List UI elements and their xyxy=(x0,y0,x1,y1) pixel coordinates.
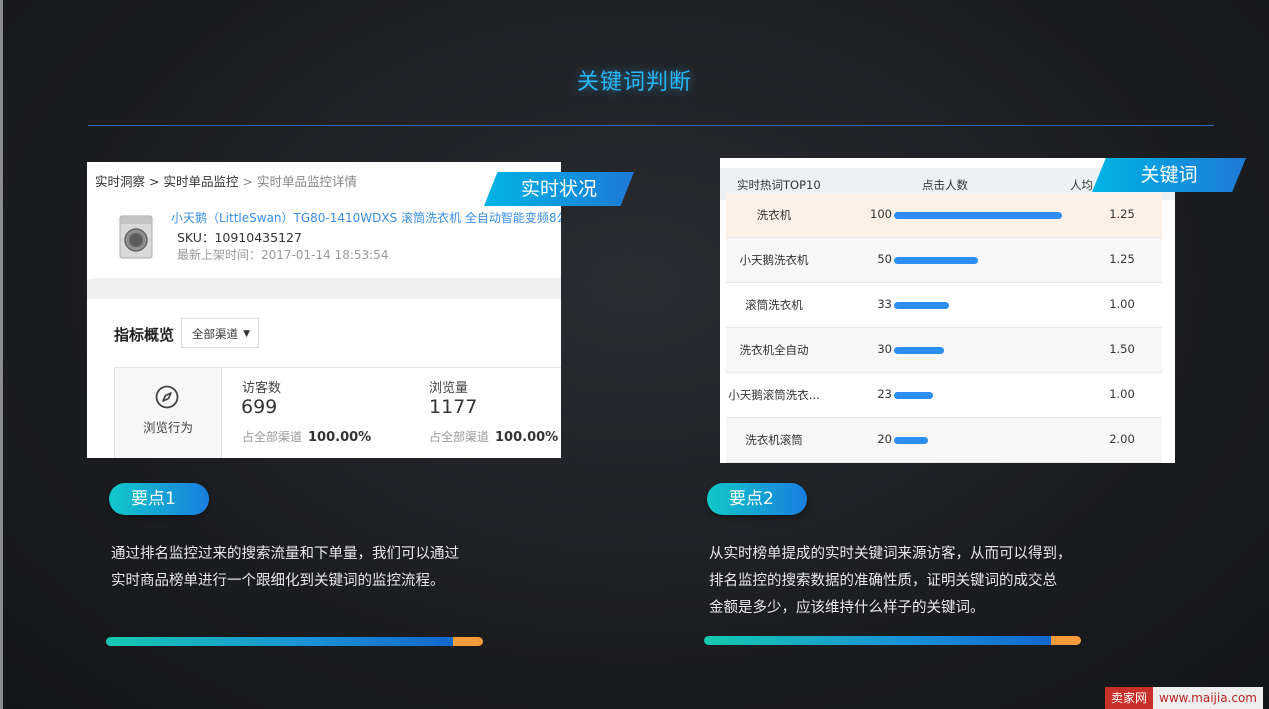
keyword-top10-card: 实时热词TOP10 点击人数 人均 洗衣机 100 1.25 小天鹅洗衣机 50 1.25… xyxy=(720,158,1175,463)
table-row[interactable]: 洗衣机 100 1.25 xyxy=(726,193,1162,238)
clicks-bar xyxy=(894,302,949,309)
breadcrumb-item: 实时单品监控详情 xyxy=(256,174,357,189)
watermark-url: www.maijia.com xyxy=(1153,687,1263,709)
product-sku: SKU：10910435127 xyxy=(177,230,302,245)
clicks-bar xyxy=(894,437,928,444)
decorative-progress-bar xyxy=(704,636,1081,645)
avg-cell: 2.00 xyxy=(1109,432,1135,446)
clicks-cell: 30 xyxy=(877,342,892,356)
left-edge xyxy=(0,0,3,709)
header-keyword: 实时热词TOP10 xyxy=(737,178,821,192)
keyword-cell: 滚筒洗衣机 xyxy=(745,298,803,312)
point1-line: 实时商品榜单进行一个跟细化到关键词的监控流程。 xyxy=(111,573,445,589)
clicks-cell: 100 xyxy=(870,207,892,221)
metric-value: 699 xyxy=(241,396,278,418)
breadcrumb-sep: > xyxy=(149,174,160,189)
metrics-title: 指标概览 xyxy=(114,326,175,344)
clicks-bar xyxy=(894,257,978,264)
clicks-cell: 20 xyxy=(877,432,892,446)
metric-share-label: 占全部渠道 xyxy=(429,430,490,444)
keyword-cell: 洗衣机全自动 xyxy=(739,343,809,357)
table-row[interactable]: 洗衣机全自动 30 1.50 xyxy=(726,328,1162,373)
metrics-table: 浏览行为 访客数 699 占全部渠道 100.00% 浏览量 1177 占全部渠道… xyxy=(114,367,561,458)
avg-cell: 1.00 xyxy=(1109,297,1135,311)
clicks-cell: 33 xyxy=(877,297,892,311)
keyword-cell: 洗衣机滚筒 xyxy=(745,433,803,447)
header-avg: 人均 xyxy=(1070,178,1093,192)
avg-cell: 1.50 xyxy=(1109,342,1135,356)
keyword-tag: 关键词 xyxy=(1092,158,1246,192)
channel-select[interactable]: 全部渠道 ▼ xyxy=(181,318,259,348)
metric-share: 占全部渠道 100.00% xyxy=(242,428,371,445)
realtime-status-card: 实时洞察 > 实时单品监控 > 实时单品监控详情 小天鹅（LittleSwan）… xyxy=(87,162,561,458)
table-row[interactable]: 洗衣机滚筒 20 2.00 xyxy=(726,418,1162,463)
decorative-progress-bar xyxy=(106,637,483,646)
watermark-site: 卖家网 xyxy=(1104,687,1153,709)
clicks-cell: 50 xyxy=(877,252,892,266)
avg-cell: 1.00 xyxy=(1109,387,1135,401)
breadcrumb: 实时洞察 > 实时单品监控 > 实时单品监控详情 xyxy=(95,171,357,190)
avg-cell: 1.25 xyxy=(1109,252,1135,266)
metric-value: 1177 xyxy=(429,396,478,418)
metric-label: 访客数 xyxy=(242,381,282,396)
channel-select-value: 全部渠道 xyxy=(192,327,238,341)
clicks-bar xyxy=(894,347,944,354)
point1-text: 通过排名监控过来的搜索流量和下单量，我们可以通过 实时商品榜单进行一个跟细化到关… xyxy=(111,541,459,595)
metric-label: 浏览量 xyxy=(429,381,469,396)
behavior-cell: 浏览行为 xyxy=(115,368,222,458)
page-title: 关键词判断 xyxy=(576,70,692,95)
compass-icon xyxy=(155,385,179,409)
keyword-cell: 小天鹅洗衣机 xyxy=(739,253,809,267)
clicks-bar xyxy=(894,392,933,399)
product-listed-time: 最新上架时间：2017-01-14 18:53:54 xyxy=(177,248,389,262)
realtime-status-tag: 实时状况 xyxy=(484,172,634,206)
breadcrumb-sep: > xyxy=(242,174,253,189)
clicks-cell: 23 xyxy=(877,387,892,401)
metric-share-label: 占全部渠道 xyxy=(242,430,303,444)
keyword-cell: 洗衣机 xyxy=(756,208,792,222)
product-summary: 小天鹅（LittleSwan）TG80-1410WDXS 滚筒洗衣机 全自动智能… xyxy=(93,194,561,279)
point2-line: 排名监控的搜索数据的准确性质，证明关键词的成交总 xyxy=(709,573,1057,589)
header-clicks: 点击人数 xyxy=(922,178,968,192)
table-row[interactable]: 小天鹅滚筒洗衣... 23 1.00 xyxy=(726,373,1162,418)
caret-down-icon: ▼ xyxy=(243,329,250,339)
table-row[interactable]: 小天鹅洗衣机 50 1.25 xyxy=(726,238,1162,283)
section-divider xyxy=(87,279,561,299)
watermark: 卖家网 www.maijia.com xyxy=(1104,687,1263,709)
washing-machine-icon xyxy=(119,215,153,259)
metric-share-value: 100.00% xyxy=(308,430,372,445)
avg-cell: 1.25 xyxy=(1109,207,1135,221)
behavior-label: 浏览行为 xyxy=(142,420,193,435)
metric-share-value: 100.00% xyxy=(495,430,559,445)
point2-badge: 要点2 xyxy=(707,483,807,515)
breadcrumb-item[interactable]: 实时单品监控 xyxy=(163,174,238,189)
point2-line: 从实时榜单提成的实时关键词来源访客，从而可以得到， xyxy=(709,546,1072,562)
metric-share: 占全部渠道 100.00% xyxy=(429,428,558,445)
table-row[interactable]: 滚筒洗衣机 33 1.00 xyxy=(726,283,1162,328)
point1-line: 通过排名监控过来的搜索流量和下单量，我们可以通过 xyxy=(111,546,459,562)
keyword-cell: 小天鹅滚筒洗衣... xyxy=(728,388,820,402)
point2-text: 从实时榜单提成的实时关键词来源访客，从而可以得到， 排名监控的搜索数据的准确性质… xyxy=(709,541,1072,622)
product-name-link[interactable]: 小天鹅（LittleSwan）TG80-1410WDXS 滚筒洗衣机 全自动智能… xyxy=(171,209,561,226)
breadcrumb-item[interactable]: 实时洞察 xyxy=(95,174,145,189)
title-divider xyxy=(88,125,1214,126)
clicks-bar xyxy=(894,212,1062,219)
point1-badge: 要点1 xyxy=(109,483,209,515)
point2-line: 金额是多少，应该维持什么样子的关键词。 xyxy=(709,600,985,616)
